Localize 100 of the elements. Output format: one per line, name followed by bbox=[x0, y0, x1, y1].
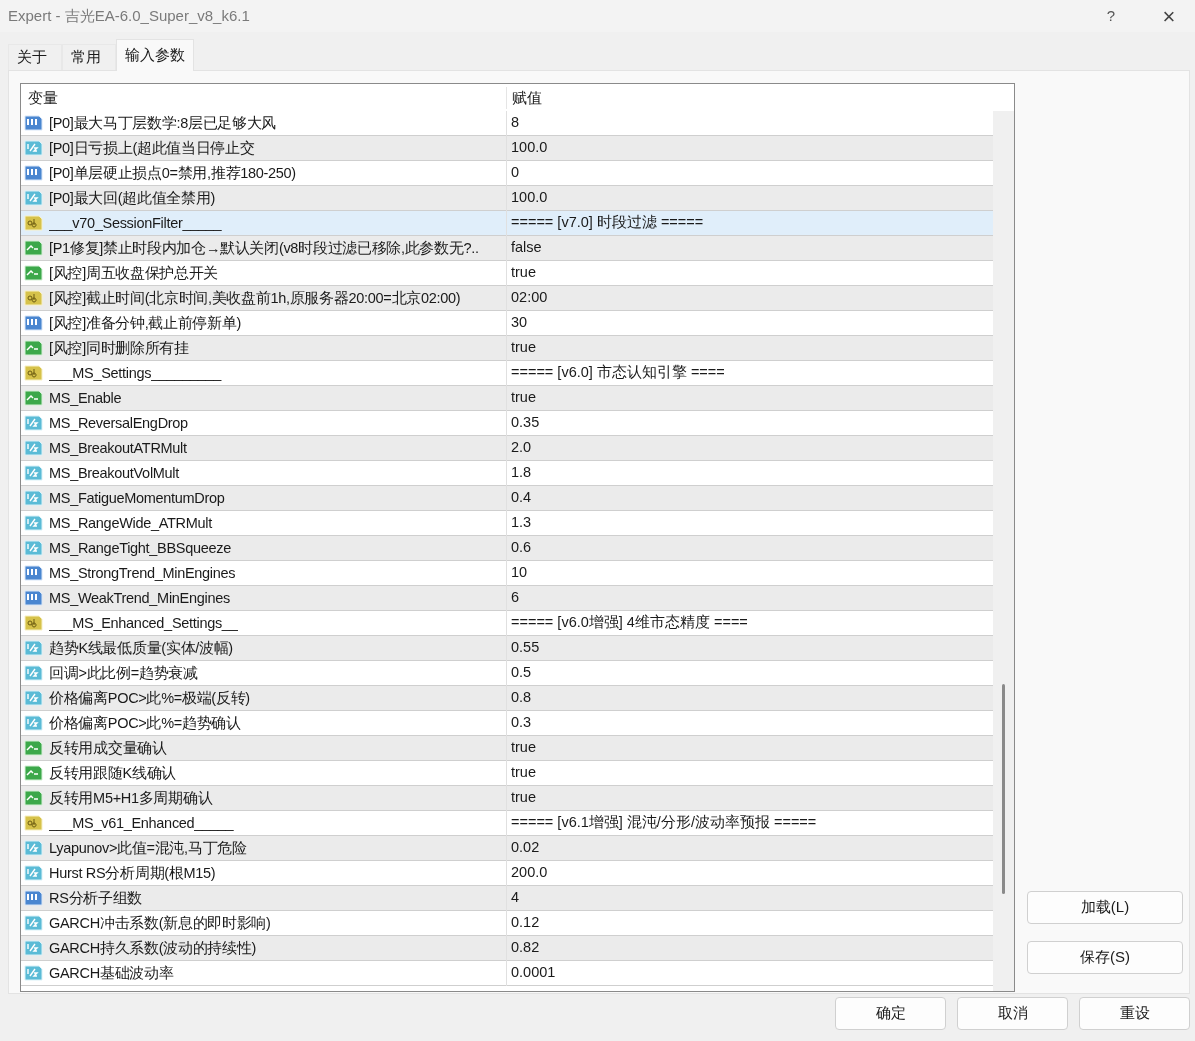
parameter-value[interactable]: true bbox=[507, 262, 536, 284]
dialog-button[interactable]: 确定 bbox=[835, 997, 946, 1030]
decimal-type-icon bbox=[24, 964, 44, 982]
parameter-row[interactable]: MS_BreakoutATRMult 2.0 bbox=[21, 436, 993, 461]
parameter-row[interactable]: [风控]截止时间(北京时间,美收盘前1h,原服务器20:00=北京02:00) 02:00 bbox=[21, 286, 993, 311]
parameter-value[interactable]: true bbox=[507, 387, 536, 409]
parameter-row[interactable]: MS_StrongTrend_MinEngines 10 bbox=[21, 561, 993, 586]
parameter-row[interactable]: MS_BreakoutVolMult 1.8 bbox=[21, 461, 993, 486]
parameter-value[interactable]: 02:00 bbox=[507, 287, 548, 309]
parameter-value[interactable]: 1.3 bbox=[507, 512, 532, 534]
parameter-value[interactable]: 0.02 bbox=[507, 837, 540, 859]
parameter-row[interactable]: [P0]最大回(超此值全禁用) 100.0 bbox=[21, 186, 993, 211]
integer-type-icon bbox=[24, 589, 44, 607]
parameter-row[interactable]: 趋势K线最低质量(实体/波幅) 0.55 bbox=[21, 636, 993, 661]
parameter-row[interactable]: MS_Enable true bbox=[21, 386, 993, 411]
parameter-row[interactable]: Hurst RS分析周期(根M15) 200.0 bbox=[21, 861, 993, 886]
parameter-value[interactable]: true bbox=[507, 787, 536, 809]
parameter-row[interactable]: 反转用成交量确认 true bbox=[21, 736, 993, 761]
parameter-row[interactable]: MS_RangeTight_BBSqueeze 0.6 bbox=[21, 536, 993, 561]
parameter-value[interactable]: 0 bbox=[507, 162, 520, 184]
parameter-value[interactable]: 0.12 bbox=[507, 912, 540, 934]
parameter-name: 反转用M5+H1多周期确认 bbox=[49, 785, 507, 811]
side-button[interactable]: 加载(L) bbox=[1027, 891, 1183, 924]
parameter-name: 回调>此比例=趋势衰减 bbox=[49, 660, 507, 686]
help-button[interactable]: ? bbox=[1091, 4, 1131, 28]
parameter-row[interactable]: [风控]周五收盘保护总开关 true bbox=[21, 261, 993, 286]
parameter-value[interactable]: 200.0 bbox=[507, 862, 548, 884]
column-header[interactable]: 赋值 bbox=[507, 86, 542, 109]
parameter-row[interactable]: 反转用M5+H1多周期确认 true bbox=[21, 786, 993, 811]
parameter-value[interactable]: ===== [v6.0] 市态认知引擎 ==== bbox=[507, 362, 725, 384]
parameter-value[interactable]: 0.6 bbox=[507, 537, 532, 559]
parameter-value[interactable]: 0.35 bbox=[507, 412, 540, 434]
parameter-name: Hurst RS分析周期(根M15) bbox=[49, 860, 507, 886]
parameter-value[interactable]: 30 bbox=[507, 312, 528, 334]
parameter-name: [P0]单层硬止损点0=禁用,推荐180-250) bbox=[49, 160, 507, 186]
parameter-value[interactable]: 0.5 bbox=[507, 662, 532, 684]
parameter-row[interactable]: ___v70_SessionFilter_____ ===== [v7.0] 时段过滤 ===== bbox=[21, 211, 993, 236]
parameter-row[interactable]: [P0]单层硬止损点0=禁用,推荐180-250) 0 bbox=[21, 161, 993, 186]
parameter-row[interactable]: MS_ReversalEngDrop 0.35 bbox=[21, 411, 993, 436]
parameter-value[interactable]: 1.8 bbox=[507, 462, 532, 484]
parameter-value[interactable]: 6 bbox=[507, 587, 520, 609]
decimal-type-icon bbox=[24, 189, 44, 207]
parameter-value[interactable]: ===== [v6.0增强] 4维市态精度 ==== bbox=[507, 612, 748, 634]
parameter-row[interactable]: MS_RangeWide_ATRMult 1.3 bbox=[21, 511, 993, 536]
parameter-value[interactable]: ===== [v6.1增强] 混沌/分形/波动率预报 ===== bbox=[507, 812, 817, 834]
close-button[interactable]: × bbox=[1149, 0, 1189, 33]
dialog-button[interactable]: 重设 bbox=[1079, 997, 1190, 1030]
tab[interactable]: 输入参数 bbox=[116, 39, 194, 71]
parameter-value[interactable]: 4 bbox=[507, 887, 520, 909]
parameter-row[interactable]: ___MS_v61_Enhanced_____ ===== [v6.1增强] 混沌/分形/波动率预报 ===== bbox=[21, 811, 993, 836]
parameter-row[interactable]: 价格偏离POC>此%=极端(反转) 0.8 bbox=[21, 686, 993, 711]
decimal-type-icon bbox=[24, 464, 44, 482]
parameter-row[interactable]: 反转用跟随K线确认 true bbox=[21, 761, 993, 786]
toggle-type-icon bbox=[24, 389, 44, 407]
parameter-value[interactable]: false bbox=[507, 237, 542, 259]
parameter-name: 反转用跟随K线确认 bbox=[49, 760, 507, 786]
parameter-row[interactable]: 价格偏离POC>此%=趋势确认 0.3 bbox=[21, 711, 993, 736]
parameter-value[interactable]: true bbox=[507, 762, 536, 784]
parameter-row[interactable]: [风控]准备分钟,截止前停新单) 30 bbox=[21, 311, 993, 336]
parameter-row[interactable]: ___MS_Settings_________ ===== [v6.0] 市态认知引擎 ==== bbox=[21, 361, 993, 386]
parameter-row[interactable]: ___MS_Enhanced_Settings__ ===== [v6.0增强] 4维市态精度 ==== bbox=[21, 611, 993, 636]
parameter-name: ___v70_SessionFilter_____ bbox=[49, 210, 507, 236]
parameter-value[interactable]: 8 bbox=[507, 112, 520, 134]
side-button[interactable]: 保存(S) bbox=[1027, 941, 1183, 974]
parameter-row[interactable]: GARCH持久系数(波动的持续性) 0.82 bbox=[21, 936, 993, 961]
parameter-row[interactable]: [P0]日亏损上(超此值当日停止交 100.0 bbox=[21, 136, 993, 161]
parameter-value[interactable]: 2.0 bbox=[507, 437, 532, 459]
parameter-row[interactable]: [P1修复]禁止时段内加仓→默认关闭(v8时段过滤已移除,此参数无?.. false bbox=[21, 236, 993, 261]
parameter-value[interactable]: 0.4 bbox=[507, 487, 532, 509]
dialog-button[interactable]: 取消 bbox=[957, 997, 1068, 1030]
parameter-value[interactable]: true bbox=[507, 737, 536, 759]
parameter-value[interactable]: true bbox=[507, 337, 536, 359]
parameter-value[interactable]: 10 bbox=[507, 562, 528, 584]
tab[interactable]: 关于 bbox=[8, 44, 62, 70]
tab[interactable]: 常用 bbox=[62, 44, 116, 70]
parameter-value[interactable]: 0.8 bbox=[507, 687, 532, 709]
parameter-row[interactable]: GARCH基础波动率 0.0001 bbox=[21, 961, 993, 986]
parameter-row[interactable]: 回调>此比例=趋势衰减 0.5 bbox=[21, 661, 993, 686]
parameter-row[interactable]: GARCH冲击系数(新息的即时影响) 0.12 bbox=[21, 911, 993, 936]
parameter-name: MS_StrongTrend_MinEngines bbox=[49, 560, 507, 586]
parameter-row[interactable]: MS_FatigueMomentumDrop 0.4 bbox=[21, 486, 993, 511]
parameter-value[interactable]: 0.3 bbox=[507, 712, 532, 734]
parameter-value[interactable]: 0.0001 bbox=[507, 962, 556, 984]
parameter-value[interactable]: 0.55 bbox=[507, 637, 540, 659]
parameter-value[interactable]: 100.0 bbox=[507, 137, 548, 159]
parameter-row[interactable]: [风控]同时删除所有挂 true bbox=[21, 336, 993, 361]
column-header[interactable]: 变量 bbox=[21, 86, 507, 109]
parameter-value[interactable]: 100.0 bbox=[507, 187, 548, 209]
parameter-row[interactable]: MS_WeakTrend_MinEngines 6 bbox=[21, 586, 993, 611]
parameter-row[interactable]: [P0]最大马丁层数学:8层已足够大风 8 bbox=[21, 111, 993, 136]
decimal-type-icon bbox=[24, 914, 44, 932]
parameter-name: [风控]截止时间(北京时间,美收盘前1h,原服务器20:00=北京02:00) bbox=[49, 285, 507, 311]
scrollbar[interactable] bbox=[993, 111, 1014, 991]
toggle-type-icon bbox=[24, 789, 44, 807]
parameter-value[interactable]: ===== [v7.0] 时段过滤 ===== bbox=[507, 212, 704, 234]
parameter-row[interactable]: RS分析子组数 4 bbox=[21, 886, 993, 911]
scrollbar-thumb[interactable] bbox=[1002, 684, 1005, 894]
parameter-name: [风控]同时删除所有挂 bbox=[49, 335, 507, 361]
parameter-row[interactable]: Lyapunov>此值=混沌,马丁危险 0.02 bbox=[21, 836, 993, 861]
parameter-value[interactable]: 0.82 bbox=[507, 937, 540, 959]
